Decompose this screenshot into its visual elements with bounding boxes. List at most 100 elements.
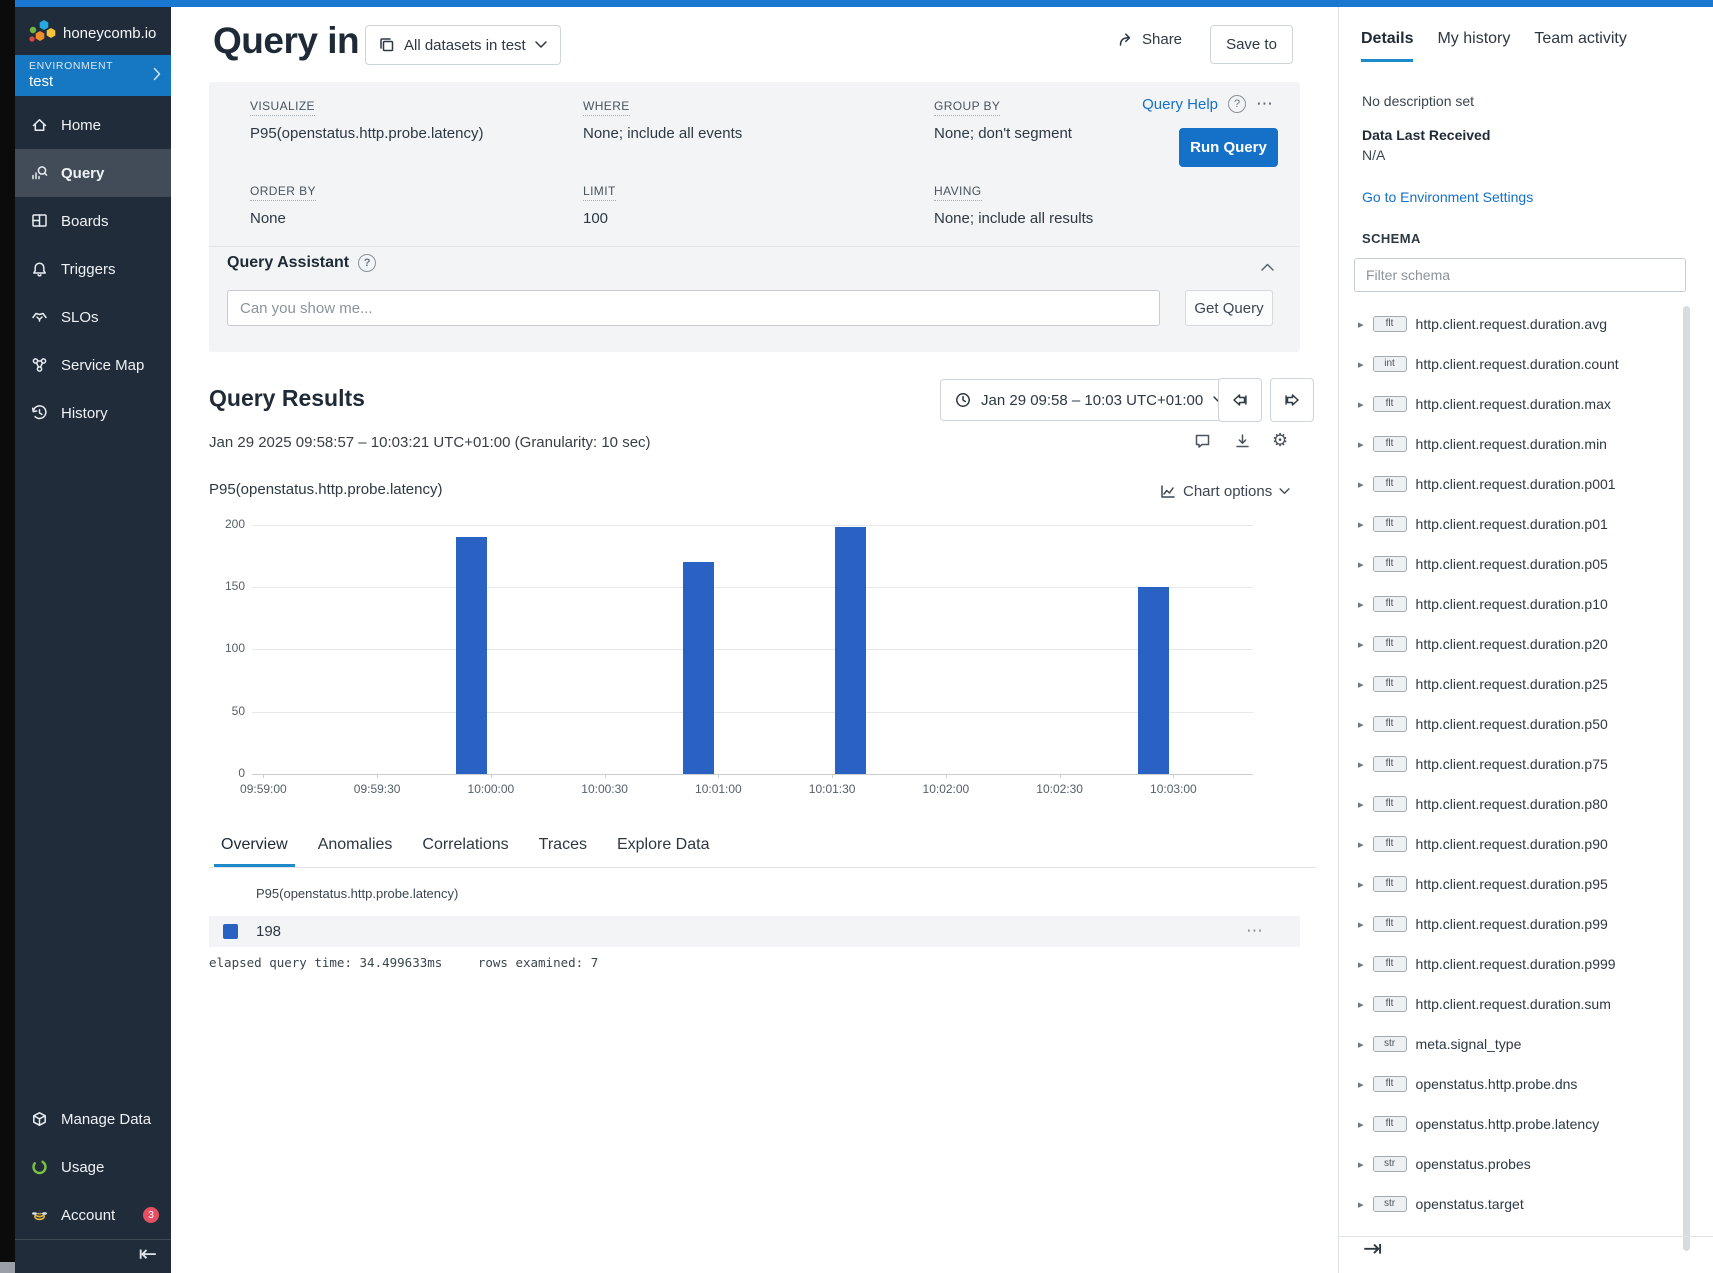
sidebar-item-slos[interactable]: SLOs bbox=[15, 293, 171, 341]
share-button[interactable]: Share bbox=[1118, 31, 1182, 48]
chart-bar[interactable] bbox=[835, 527, 866, 774]
query-help-link[interactable]: Query Help bbox=[1142, 96, 1218, 113]
expand-caret-icon[interactable]: ▸ bbox=[1358, 958, 1364, 971]
group-by-clause[interactable]: GROUP BY None; don't segment bbox=[934, 97, 1072, 142]
expand-caret-icon[interactable]: ▸ bbox=[1358, 558, 1364, 571]
schema-field[interactable]: ▸flthttp.client.request.duration.p10 bbox=[1346, 584, 1676, 624]
where-value[interactable]: None; include all events bbox=[583, 125, 742, 142]
more-options-icon[interactable]: ⋯ bbox=[1256, 94, 1274, 114]
chart-bar[interactable] bbox=[1138, 587, 1169, 774]
schema-scrollbar[interactable] bbox=[1683, 306, 1690, 1251]
schema-field[interactable]: ▸flthttp.client.request.duration.p75 bbox=[1346, 744, 1676, 784]
order-by-clause[interactable]: ORDER BY None bbox=[250, 182, 316, 227]
visualize-value[interactable]: P95(openstatus.http.probe.latency) bbox=[250, 125, 483, 142]
panel-tab-team-activity[interactable]: Team activity bbox=[1534, 30, 1626, 62]
expand-caret-icon[interactable]: ▸ bbox=[1358, 798, 1364, 811]
dataset-selector[interactable]: All datasets in test bbox=[365, 25, 561, 65]
sidebar-item-history[interactable]: History bbox=[15, 389, 171, 437]
expand-caret-icon[interactable]: ▸ bbox=[1358, 358, 1364, 371]
sidebar-item-usage[interactable]: Usage bbox=[15, 1143, 171, 1191]
schema-field[interactable]: ▸fltopenstatus.http.probe.dns bbox=[1346, 1064, 1676, 1104]
schema-filter-input[interactable] bbox=[1354, 258, 1686, 292]
expand-caret-icon[interactable]: ▸ bbox=[1358, 1198, 1364, 1211]
expand-caret-icon[interactable]: ▸ bbox=[1358, 1118, 1364, 1131]
panel-tab-my-history[interactable]: My history bbox=[1437, 30, 1510, 62]
run-query-button[interactable]: Run Query bbox=[1179, 128, 1278, 167]
save-to-button[interactable]: Save to bbox=[1210, 25, 1293, 64]
panel-tab-details[interactable]: Details bbox=[1361, 30, 1413, 62]
sidebar-item-triggers[interactable]: Triggers bbox=[15, 245, 171, 293]
expand-caret-icon[interactable]: ▸ bbox=[1358, 678, 1364, 691]
assistant-prompt-input[interactable] bbox=[227, 290, 1160, 326]
chart-bar[interactable] bbox=[456, 537, 487, 774]
tab-overview[interactable]: Overview bbox=[214, 836, 295, 867]
schema-field[interactable]: ▸flthttp.client.request.duration.p50 bbox=[1346, 704, 1676, 744]
schema-field[interactable]: ▸inthttp.client.request.duration.count bbox=[1346, 344, 1676, 384]
having-clause[interactable]: HAVING None; include all results bbox=[934, 182, 1093, 227]
where-clause[interactable]: WHERE None; include all events bbox=[583, 97, 742, 142]
sidebar-item-query[interactable]: Query bbox=[15, 149, 171, 197]
schema-field[interactable]: ▸flthttp.client.request.duration.p80 bbox=[1346, 784, 1676, 824]
panel-collapse-button[interactable]: ⇥ bbox=[1363, 1236, 1382, 1262]
assistant-question-icon[interactable]: ? bbox=[358, 254, 376, 272]
schema-field[interactable]: ▸stropenstatus.probes bbox=[1346, 1144, 1676, 1184]
sidebar-item-manage-data[interactable]: Manage Data bbox=[15, 1095, 171, 1143]
sidebar-item-account[interactable]: Account3 bbox=[15, 1191, 171, 1239]
schema-field[interactable]: ▸flthttp.client.request.duration.p999 bbox=[1346, 944, 1676, 984]
schema-field[interactable]: ▸flthttp.client.request.duration.p25 bbox=[1346, 664, 1676, 704]
schema-field[interactable]: ▸flthttp.client.request.duration.p90 bbox=[1346, 824, 1676, 864]
next-window-button[interactable] bbox=[1270, 378, 1314, 422]
schema-field[interactable]: ▸flthttp.client.request.duration.min bbox=[1346, 424, 1676, 464]
expand-caret-icon[interactable]: ▸ bbox=[1358, 838, 1364, 851]
schema-field[interactable]: ▸fltopenstatus.http.probe.latency bbox=[1346, 1104, 1676, 1144]
table-row[interactable]: 198 ⋯ bbox=[209, 916, 1300, 947]
schema-field[interactable]: ▸flthttp.client.request.duration.p05 bbox=[1346, 544, 1676, 584]
expand-caret-icon[interactable]: ▸ bbox=[1358, 878, 1364, 891]
schema-field[interactable]: ▸strmeta.signal_type bbox=[1346, 1024, 1676, 1064]
schema-field[interactable]: ▸flthttp.client.request.duration.max bbox=[1346, 384, 1676, 424]
sidebar-collapse[interactable]: ⇤ bbox=[15, 1239, 171, 1273]
expand-caret-icon[interactable]: ▸ bbox=[1358, 518, 1364, 531]
expand-caret-icon[interactable]: ▸ bbox=[1358, 918, 1364, 931]
chart-bar[interactable] bbox=[683, 562, 714, 774]
settings-button[interactable]: ⚙ bbox=[1272, 432, 1288, 450]
limit-clause[interactable]: LIMIT 100 bbox=[583, 182, 616, 227]
order-by-value[interactable]: None bbox=[250, 210, 316, 227]
expand-caret-icon[interactable]: ▸ bbox=[1358, 1038, 1364, 1051]
get-query-button[interactable]: Get Query bbox=[1185, 290, 1273, 326]
expand-caret-icon[interactable]: ▸ bbox=[1358, 438, 1364, 451]
assistant-collapse-button[interactable] bbox=[1261, 258, 1274, 276]
limit-value[interactable]: 100 bbox=[583, 210, 616, 227]
brand-logo[interactable]: honeycomb.io bbox=[27, 18, 156, 48]
tab-correlations[interactable]: Correlations bbox=[415, 836, 515, 867]
comment-button[interactable] bbox=[1194, 433, 1211, 454]
expand-caret-icon[interactable]: ▸ bbox=[1358, 1078, 1364, 1091]
chart-options-button[interactable]: Chart options bbox=[1160, 483, 1290, 500]
expand-caret-icon[interactable]: ▸ bbox=[1358, 398, 1364, 411]
environment-settings-link[interactable]: Go to Environment Settings bbox=[1362, 189, 1533, 205]
sidebar-item-boards[interactable]: Boards bbox=[15, 197, 171, 245]
schema-field[interactable]: ▸flthttp.client.request.duration.avg bbox=[1346, 304, 1676, 344]
environment-switcher[interactable]: ENVIRONMENT test bbox=[15, 55, 171, 96]
schema-field[interactable]: ▸flthttp.client.request.duration.p95 bbox=[1346, 864, 1676, 904]
expand-caret-icon[interactable]: ▸ bbox=[1358, 478, 1364, 491]
previous-window-button[interactable] bbox=[1218, 378, 1262, 422]
sidebar-item-home[interactable]: Home bbox=[15, 101, 171, 149]
help-question-icon[interactable]: ? bbox=[1228, 95, 1246, 113]
having-value[interactable]: None; include all results bbox=[934, 210, 1093, 227]
time-range-picker[interactable]: Jan 29 09:58 – 10:03 UTC+01:00 bbox=[940, 379, 1240, 421]
expand-caret-icon[interactable]: ▸ bbox=[1358, 318, 1364, 331]
expand-caret-icon[interactable]: ▸ bbox=[1358, 758, 1364, 771]
expand-caret-icon[interactable]: ▸ bbox=[1358, 638, 1364, 651]
chart-plot[interactable] bbox=[252, 515, 1253, 774]
tab-explore-data[interactable]: Explore Data bbox=[610, 836, 717, 867]
visualize-clause[interactable]: VISUALIZE P95(openstatus.http.probe.late… bbox=[250, 97, 483, 142]
expand-caret-icon[interactable]: ▸ bbox=[1358, 998, 1364, 1011]
schema-field[interactable]: ▸stropenstatus.target bbox=[1346, 1184, 1676, 1224]
sidebar-item-service-map[interactable]: Service Map bbox=[15, 341, 171, 389]
schema-field[interactable]: ▸flthttp.client.request.duration.p01 bbox=[1346, 504, 1676, 544]
schema-field[interactable]: ▸flthttp.client.request.duration.p99 bbox=[1346, 904, 1676, 944]
tab-anomalies[interactable]: Anomalies bbox=[311, 836, 400, 867]
download-button[interactable] bbox=[1234, 433, 1251, 454]
schema-field[interactable]: ▸flthttp.client.request.duration.p001 bbox=[1346, 464, 1676, 504]
